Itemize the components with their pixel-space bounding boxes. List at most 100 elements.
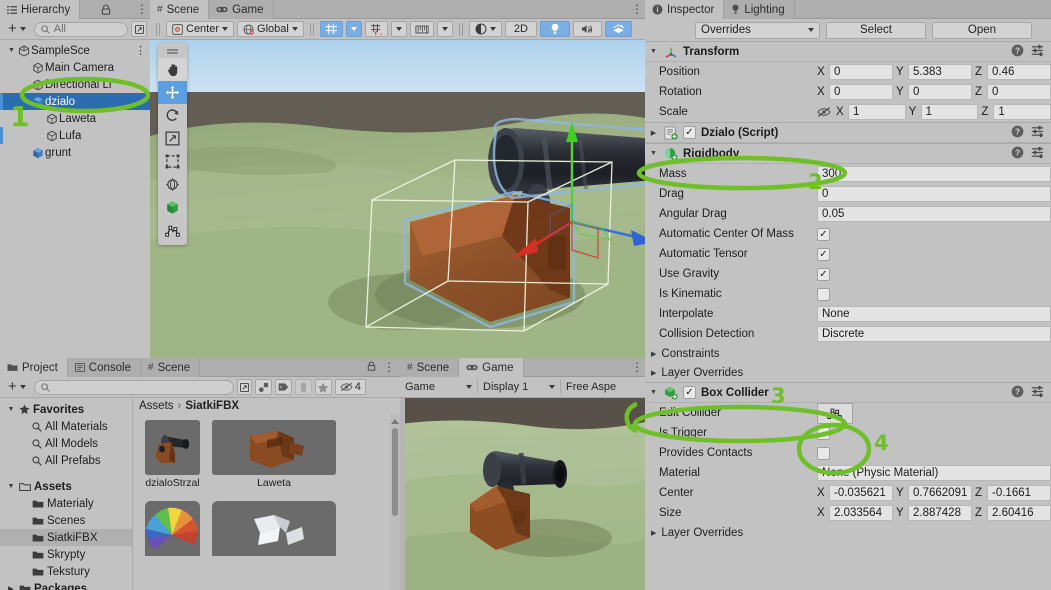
game-aspect-dropdown[interactable]: Free Aspe [561, 379, 621, 395]
transform-component-header[interactable]: ▼ Transform? [645, 41, 1051, 62]
project-tree-item-assets[interactable]: ▼ Assets [0, 478, 132, 495]
scale-tool-button[interactable] [158, 127, 187, 150]
angular-drag-input[interactable]: 0.05 [817, 206, 1051, 222]
overrides-dropdown[interactable]: Overrides [695, 21, 820, 39]
project-tree-item-skrypty[interactable]: Skrypty [0, 546, 132, 563]
project-lock-icon[interactable] [367, 360, 376, 374]
foldout-constraints[interactable]: ▶ Constraints [645, 344, 1051, 363]
game-viewport[interactable] [400, 398, 645, 590]
dzialo-script-component-header[interactable]: ▶ ✓ Dzialo (Script)? [645, 122, 1051, 143]
preset-icon[interactable] [1031, 385, 1044, 401]
custom-editor-tool-button[interactable] [158, 196, 187, 219]
mass-input[interactable]: 300 [817, 166, 1051, 182]
filter-label-button[interactable] [274, 379, 292, 395]
drag-input[interactable]: 0 [817, 186, 1051, 202]
scene-fx-toggle[interactable] [604, 21, 632, 37]
move-tool-button[interactable] [158, 81, 187, 104]
preset-icon[interactable] [1031, 146, 1044, 162]
project-tree-item-scenes[interactable]: Scenes [0, 512, 132, 529]
project-menu-icon[interactable]: ⋮ [383, 360, 395, 374]
project-add-button[interactable]: + [3, 379, 31, 395]
project-tree-twisty[interactable]: ▼ [6, 406, 16, 413]
scene-audio-toggle[interactable] [572, 21, 602, 37]
hierarchy-item-main-camera[interactable]: Main Camera [0, 59, 150, 76]
center-y-input[interactable]: 0.7662091 [908, 485, 972, 501]
box-collider-component-header[interactable]: ▼ ✓ Box Collider? [645, 382, 1051, 403]
hierarchy-item-grunt[interactable]: grunt [0, 144, 150, 161]
snap-increment-toggle[interactable] [364, 21, 388, 37]
preset-icon[interactable] [1031, 125, 1044, 141]
snap-increment-dropdown[interactable] [390, 21, 407, 37]
tab-game-scene[interactable]: # Scene [400, 358, 460, 377]
interpolate-input[interactable]: None [817, 306, 1051, 322]
position-x-input[interactable]: 0 [829, 64, 893, 80]
use-gravity-checkbox[interactable]: ✓ [817, 267, 830, 281]
automatic-center-of-mass-checkbox[interactable]: ✓ [817, 227, 830, 241]
size-y-input[interactable]: 2.887428 [908, 505, 972, 521]
project-tree-item-packages[interactable]: ▶ Packages [0, 580, 132, 590]
automatic-tensor-checkbox[interactable]: ✓ [817, 247, 830, 261]
tab-hierarchy[interactable]: Hierarchy [0, 0, 81, 19]
rotation-y-input[interactable]: 0 [908, 84, 972, 100]
project-tree-item-all-prefabs[interactable]: All Prefabs [0, 452, 132, 469]
space-mode-button[interactable]: Global [237, 21, 304, 37]
component-enabled-checkbox[interactable]: ✓ [683, 386, 696, 399]
transform-tool-button[interactable] [158, 173, 187, 196]
game-display-dropdown[interactable]: Display 1 [478, 379, 561, 395]
component-twisty[interactable]: ▼ [648, 150, 659, 157]
hierarchy-lock-icon[interactable] [101, 0, 113, 18]
project-tree-twisty[interactable]: ▼ [6, 483, 16, 490]
scale-y-input[interactable]: 1 [920, 104, 979, 120]
game-mode-dropdown[interactable]: Game [400, 379, 478, 395]
collider-edit-tool-button[interactable] [158, 219, 187, 242]
foldout-layer-overrides[interactable]: ▶ Layer Overrides [645, 523, 1051, 542]
tab-console[interactable]: Console [67, 358, 141, 377]
filter-type-button[interactable] [254, 379, 272, 395]
size-x-input[interactable]: 2.033564 [829, 505, 893, 521]
help-icon[interactable]: ? [1011, 385, 1024, 401]
rect-tool-button[interactable] [158, 150, 187, 173]
is-kinematic-checkbox[interactable] [817, 287, 830, 301]
center-z-input[interactable]: -0.1661 [987, 485, 1051, 501]
tab-project[interactable]: Project [0, 358, 68, 377]
rigidbody-component-header[interactable]: ▼ Rigidbody? [645, 143, 1051, 164]
material-input[interactable]: None (Physic Material) [817, 465, 1051, 481]
filter-icon-button[interactable] [294, 379, 312, 395]
tools-drag-handle[interactable] [158, 46, 187, 58]
scene-context-menu-icon[interactable]: ⋮ [135, 44, 146, 57]
tab-inspector[interactable]: Inspector [645, 0, 725, 19]
project-scrollbar[interactable] [390, 414, 400, 590]
scroll-thumb[interactable] [392, 428, 398, 516]
hierarchy-expand-button[interactable] [131, 21, 147, 37]
hierarchy-item-directional-li[interactable]: Directional Li [0, 76, 150, 93]
add-gameobject-button[interactable]: + [3, 21, 31, 37]
foldout-twisty[interactable]: ▶ [651, 350, 656, 358]
help-icon[interactable]: ? [1011, 125, 1024, 141]
provides-contacts-checkbox[interactable] [817, 446, 830, 460]
tab-game-active[interactable]: Game [459, 358, 524, 377]
breadcrumb-root[interactable]: Assets [139, 400, 174, 412]
2d-toggle[interactable]: 2D [504, 21, 537, 37]
rotate-tool-button[interactable] [158, 104, 187, 127]
ruler-dropdown[interactable] [436, 21, 453, 37]
collision-detection-input[interactable]: Discrete [817, 326, 1051, 342]
scene-lighting-toggle[interactable] [539, 21, 570, 37]
tab-scene[interactable]: # Scene [150, 0, 210, 19]
shading-mode-button[interactable] [468, 21, 502, 37]
foldout-layer-overrides[interactable]: ▶ Layer Overrides [645, 363, 1051, 382]
project-expand-button[interactable] [236, 379, 252, 395]
constrain-proportions-off-icon[interactable] [817, 106, 831, 118]
scale-z-input[interactable]: 1 [993, 104, 1051, 120]
hierarchy-item-samplesce[interactable]: ▼ SampleSce ⋮ [0, 42, 150, 59]
filter-favorite-button[interactable] [314, 379, 332, 395]
asset-item-colorwheel[interactable] [145, 501, 200, 556]
rotation-z-input[interactable]: 0 [987, 84, 1051, 100]
size-z-input[interactable]: 2.60416 [987, 505, 1051, 521]
grid-snap-dropdown[interactable] [345, 21, 362, 37]
tab-lighting[interactable]: Lighting [724, 0, 795, 19]
center-x-input[interactable]: -0.035621 [829, 485, 893, 501]
game-menu-icon[interactable]: ⋮ [629, 358, 645, 376]
project-tree-item-favorites[interactable]: ▼ Favorites [0, 401, 132, 418]
ruler-toggle[interactable] [409, 21, 434, 37]
hierarchy-search-input[interactable]: All [33, 21, 128, 37]
